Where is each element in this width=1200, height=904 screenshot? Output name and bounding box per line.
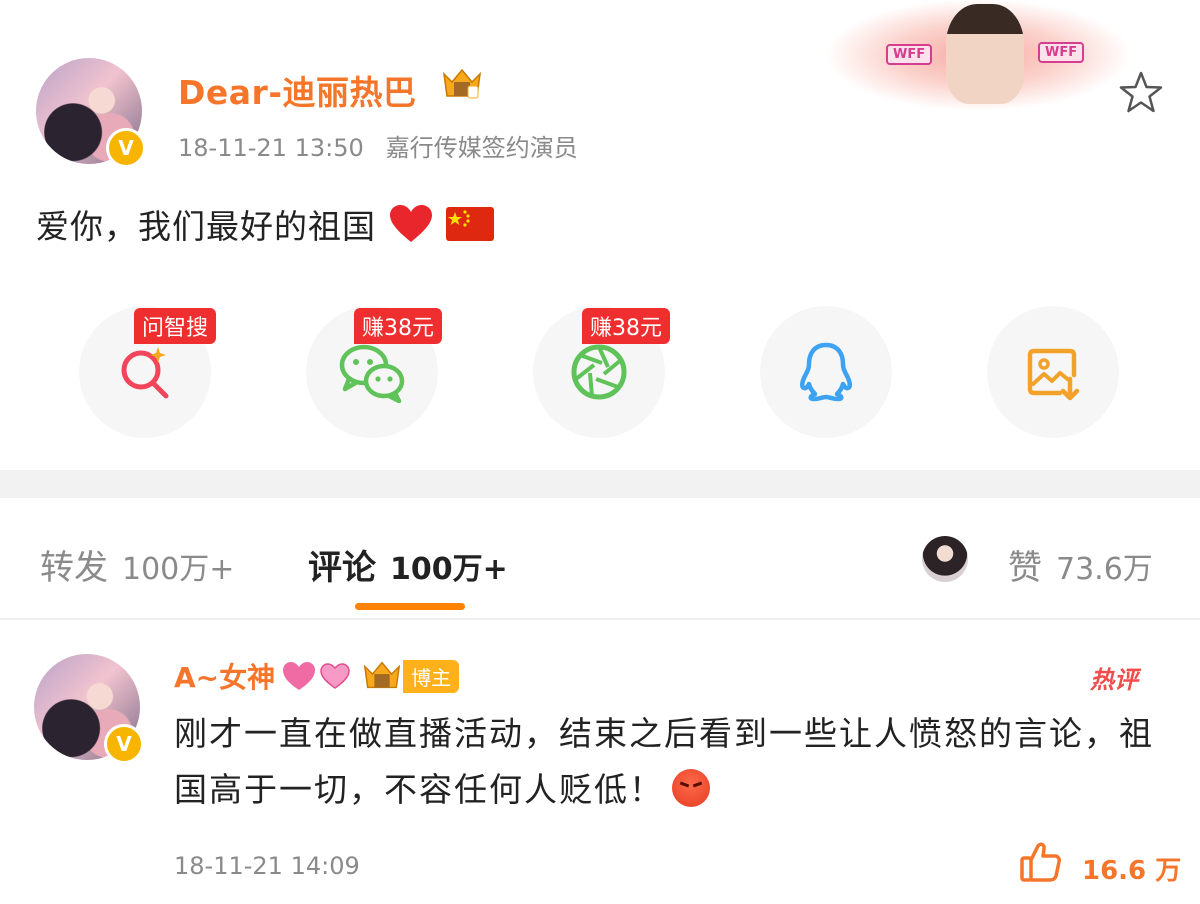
crown-icon [442,68,482,99]
commenter-avatar[interactable]: V [34,654,144,764]
hot-comment-tag: 热评 [1090,666,1138,694]
tab-bottom-border [0,618,1200,620]
comment-header: A~女神 博主 [174,656,460,696]
post-time: 18-11-21 13:50 [178,134,364,162]
post-text: 爱你，我们最好的祖国 [36,207,376,246]
decor-banner: WFF WFF [828,0,1128,110]
qq-icon [800,342,852,402]
favorite-star-icon[interactable] [1118,70,1164,116]
verified-badge: V [106,128,146,168]
thumbs-up-icon[interactable] [1018,840,1062,884]
pink-hearts-icon [283,662,350,690]
tab-comment-count: 100万+ [390,552,508,587]
banner-wff-right: WFF [1038,42,1085,63]
moments-icon [571,344,627,400]
red-heart-icon [389,205,432,242]
search-sparkle-icon [121,347,169,399]
post-content: 爱你，我们最好的祖国 [36,200,495,248]
author-avatar[interactable]: V [36,58,146,168]
tab-repost[interactable]: 转发 100万+ [40,540,234,589]
save-image-icon [1027,348,1080,401]
active-tab-indicator [355,603,465,610]
comment-like-count: 16.6 万 [1082,856,1182,886]
angry-face-icon [672,769,710,807]
tab-like[interactable]: 赞 73.6万 [1008,540,1153,589]
banner-portrait [946,4,1024,104]
tab-repost-count: 100万+ [122,552,235,587]
share-qq-button[interactable] [760,306,892,438]
commenter-verified-badge: V [104,724,144,764]
share-badge-wechat: 赚38元 [354,308,442,344]
tab-comment-label: 评论 [308,548,376,588]
tab-like-label: 赞 [1008,548,1042,588]
comment-body: 刚才一直在做直播活动，结束之后看到一些让人愤怒的言论，祖国高于一切，不容任何人贬… [174,706,1164,818]
tab-comment[interactable]: 评论 100万+ [308,540,508,589]
liker-avatar[interactable] [922,536,968,582]
commenter-name[interactable]: A~女神 [174,656,275,696]
wechat-icon [339,344,405,403]
banner-wff-left: WFF [886,44,933,65]
tab-like-count: 73.6万 [1056,552,1153,587]
crown-icon [363,661,401,689]
share-save-image-button[interactable] [987,306,1119,438]
post-meta: 18-11-21 13:50 嘉行传媒签约演员 [178,128,600,163]
tab-repost-label: 转发 [40,548,108,588]
section-divider [0,470,1200,498]
post-source: 嘉行传媒签约演员 [385,134,578,162]
comment-time: 18-11-21 14:09 [174,852,360,880]
share-badge-moments: 赚38元 [582,308,670,344]
author-name[interactable]: Dear-迪丽热巴 [178,66,417,114]
china-flag-icon [446,207,494,241]
comment-text: 刚才一直在做直播活动，结束之后看到一些让人愤怒的言论，祖国高于一切，不容任何人贬… [174,714,1154,809]
author-badge: 博主 [403,659,460,693]
share-badge-wenzhisou: 问智搜 [134,308,217,344]
